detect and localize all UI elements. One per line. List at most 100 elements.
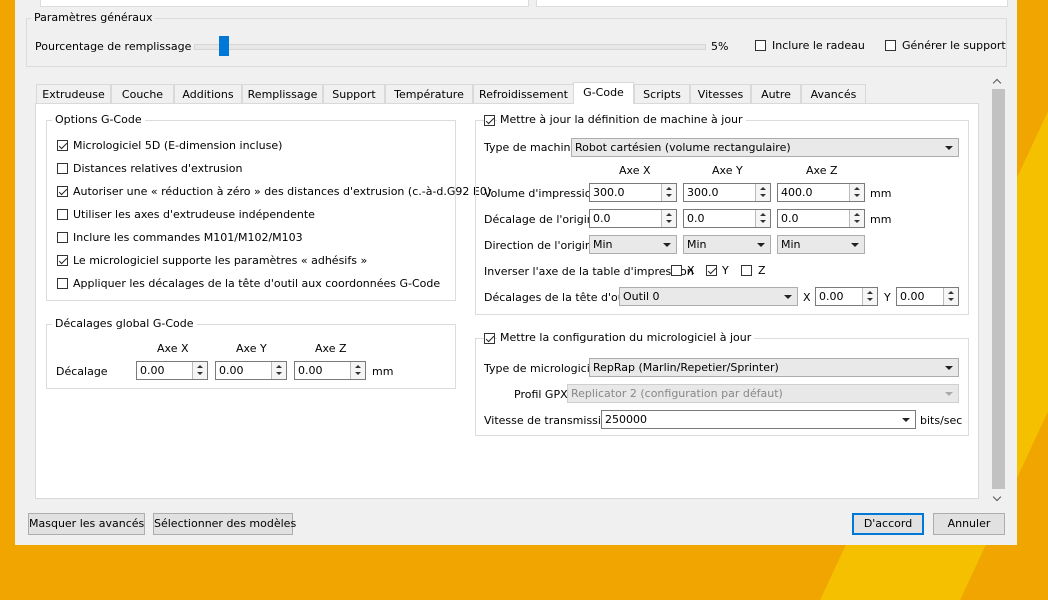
origin-offset-x-input[interactable]: 0.0 — [589, 209, 677, 228]
spin-arrows-icon[interactable] — [192, 362, 207, 379]
scrollbar-thumb[interactable] — [992, 89, 1005, 489]
invert-z-checkbox[interactable] — [741, 265, 752, 276]
scroll-up-icon[interactable] — [994, 77, 1002, 85]
tab-label: Avancés — [810, 88, 857, 101]
tab-autre[interactable]: Autre — [751, 84, 801, 103]
origin-direction-y-select[interactable]: Min — [683, 235, 771, 254]
toolhead-x-input[interactable]: 0.00 — [815, 287, 878, 306]
value: 0.00 — [900, 290, 925, 303]
value: Min — [781, 238, 801, 251]
global-offset-y-input[interactable]: 0.00 — [215, 361, 287, 380]
invert-y-label[interactable]: Y — [722, 264, 729, 277]
tab-label: Support — [332, 88, 376, 101]
scroll-down-icon[interactable] — [994, 495, 1002, 503]
option-5d-checkbox[interactable] — [57, 140, 68, 151]
toolhead-select[interactable]: Outil 0 — [619, 287, 798, 306]
option-relative-checkbox[interactable] — [57, 163, 68, 174]
toolhead-y-label: Y — [884, 291, 891, 304]
machine-update-checkbox[interactable] — [484, 115, 495, 126]
tab-vitesses[interactable]: Vitesses — [690, 84, 751, 103]
infill-slider-track[interactable] — [194, 44, 706, 50]
global-offset-z-input[interactable]: 0.00 — [294, 361, 366, 380]
option-independent-checkbox[interactable] — [57, 209, 68, 220]
tab-scripts[interactable]: Scripts — [634, 84, 690, 103]
spin-arrows-icon[interactable] — [849, 184, 864, 201]
spin-arrows-icon[interactable] — [755, 210, 770, 227]
origin-offset-z-input[interactable]: 0.0 — [777, 209, 865, 228]
vertical-scrollbar[interactable] — [990, 73, 1007, 507]
spin-arrows-icon[interactable] — [849, 210, 864, 227]
option-sticky-label[interactable]: Le micrologiciel supporte les paramètres… — [73, 254, 367, 267]
firmware-type-select[interactable]: RepRap (Marlin/Repetier/Sprinter) — [589, 358, 959, 377]
value: RepRap (Marlin/Repetier/Sprinter) — [593, 361, 779, 374]
invert-x-checkbox[interactable] — [671, 265, 682, 276]
global-offsets-unit: mm — [372, 365, 394, 378]
infill-value: 5% — [711, 40, 729, 53]
hide-advanced-button[interactable]: Masquer les avancés — [28, 513, 145, 535]
select-models-button[interactable]: Sélectionner des modèles — [153, 513, 296, 535]
tab-label: Vitesses — [697, 88, 744, 101]
gpx-profile-label: Profil GPX — [514, 388, 568, 401]
option-toolhead-label[interactable]: Appliquer les décalages de la tête d'out… — [73, 277, 440, 290]
option-toolhead-checkbox[interactable] — [57, 278, 68, 289]
ok-button[interactable]: D'accord — [852, 513, 924, 535]
invert-x-label[interactable]: X — [687, 264, 695, 277]
dropdown-arrow-icon — [851, 243, 859, 247]
spin-arrows-icon[interactable] — [755, 184, 770, 201]
dropdown-arrow-icon — [945, 366, 953, 370]
option-relative-label[interactable]: Distances relatives d'extrusion — [73, 162, 242, 175]
spin-arrows-icon[interactable] — [350, 362, 365, 379]
origin-direction-z-select[interactable]: Min — [777, 235, 865, 254]
spin-arrows-icon[interactable] — [661, 210, 676, 227]
option-zero-label[interactable]: Autoriser une « réduction à zéro » des d… — [73, 185, 491, 198]
global-offset-x-input[interactable]: 0.00 — [136, 361, 208, 380]
option-m101-label[interactable]: Inclure les commandes M101/M102/M103 — [73, 231, 303, 244]
tab-extrudeuse[interactable]: Extrudeuse — [36, 84, 111, 103]
option-5d-label[interactable]: Micrologiciel 5D (E-dimension incluse) — [73, 139, 282, 152]
spin-arrows-icon[interactable] — [862, 288, 877, 305]
origin-direction-x-select[interactable]: Min — [589, 235, 677, 254]
tab-support[interactable]: Support — [323, 84, 385, 103]
tab-avances[interactable]: Avancés — [801, 84, 866, 103]
option-independent-label[interactable]: Utiliser les axes d'extrudeuse indépende… — [73, 208, 315, 221]
option-sticky-checkbox[interactable] — [57, 255, 68, 266]
tab-refroidissement[interactable]: Refroidissement — [473, 84, 574, 103]
tab-remplissage[interactable]: Remplissage — [242, 84, 323, 103]
infill-slider-thumb[interactable] — [219, 36, 229, 56]
toolhead-y-input[interactable]: 0.00 — [896, 287, 959, 306]
machine-type-select[interactable]: Robot cartésien (volume rectangulaire) — [571, 138, 959, 157]
machine-type-label: Type de machine — [484, 141, 578, 154]
raft-label[interactable]: Inclure le radeau — [772, 39, 865, 52]
invert-z-label[interactable]: Z — [758, 264, 766, 277]
firmware-update-title[interactable]: Mettre la configuration du micrologiciel… — [497, 331, 755, 344]
volume-x-input[interactable]: 300.0 — [589, 183, 677, 202]
tab-label: Refroidissement — [479, 88, 568, 101]
spin-arrows-icon[interactable] — [661, 184, 676, 201]
origin-offset-label: Décalage de l'origine — [484, 213, 601, 226]
global-offsets-col-z: Axe Z — [315, 342, 347, 355]
invert-y-checkbox[interactable] — [706, 265, 717, 276]
baud-rate-select[interactable]: 250000 — [601, 410, 916, 429]
general-settings-group: Paramètres généraux Pourcentage de rempl… — [26, 11, 1007, 67]
cancel-button[interactable]: Annuler — [933, 513, 1005, 535]
support-checkbox[interactable] — [885, 40, 896, 51]
spin-arrows-icon[interactable] — [271, 362, 286, 379]
volume-y-input[interactable]: 300.0 — [683, 183, 771, 202]
tab-additions[interactable]: Additions — [174, 84, 242, 103]
firmware-update-checkbox[interactable] — [484, 333, 495, 344]
global-offsets-col-x: Axe X — [157, 342, 189, 355]
option-m101-checkbox[interactable] — [57, 232, 68, 243]
gcode-tab-panel: Options G-Code Micrologiciel 5D (E-dimen… — [35, 103, 979, 499]
support-label[interactable]: Générer le support — [902, 39, 1006, 52]
tab-couche[interactable]: Couche — [111, 84, 174, 103]
baud-rate-label: Vitesse de transmission — [484, 414, 615, 427]
raft-checkbox[interactable] — [755, 40, 766, 51]
dropdown-arrow-icon — [663, 243, 671, 247]
option-zero-checkbox[interactable] — [57, 186, 68, 197]
tab-temperature[interactable]: Température — [385, 84, 473, 103]
tab-gcode[interactable]: G-Code — [573, 82, 634, 104]
spin-arrows-icon[interactable] — [943, 288, 958, 305]
origin-offset-y-input[interactable]: 0.0 — [683, 209, 771, 228]
machine-update-title[interactable]: Mettre à jour la définition de machine à… — [497, 113, 746, 126]
volume-z-input[interactable]: 400.0 — [777, 183, 865, 202]
